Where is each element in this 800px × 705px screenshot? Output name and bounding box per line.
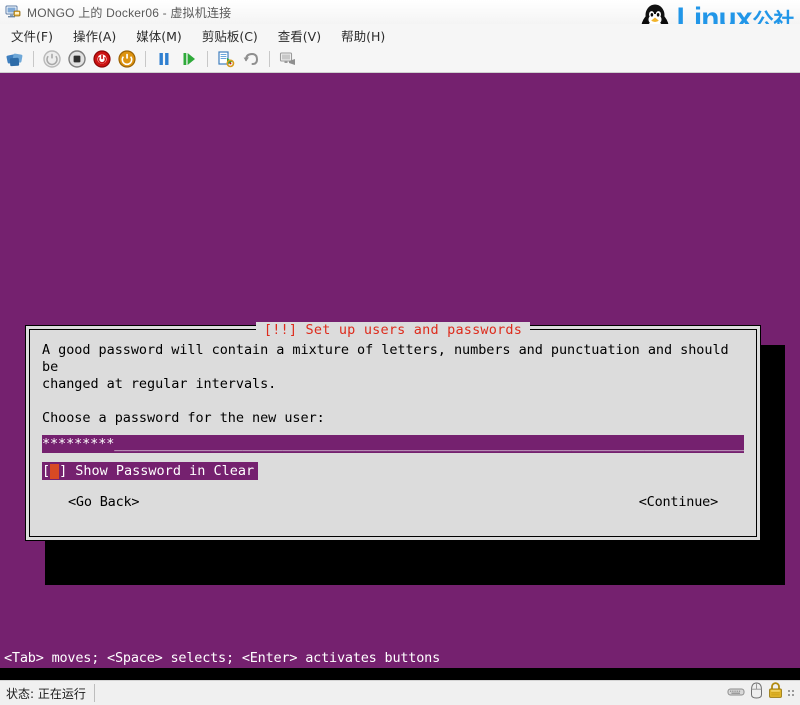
status-icon-group [727, 681, 794, 705]
toolbar-separator [145, 51, 146, 67]
shutdown-icon[interactable] [66, 48, 88, 70]
reset-icon[interactable] [116, 48, 138, 70]
title-bar: MONGO 上的 Docker06 - 虚拟机连接 [0, 0, 800, 24]
dialog-body: A good password will contain a mixture o… [30, 330, 756, 480]
checkbox-cursor-icon [50, 464, 59, 479]
toolbar-separator [269, 51, 270, 67]
menu-bar: 文件(F) 操作(A) 媒体(M) 剪贴板(C) 查看(V) 帮助(H) [0, 24, 800, 46]
menu-file[interactable]: 文件(F) [8, 24, 56, 47]
status-separator [94, 684, 95, 702]
power-off-icon[interactable] [41, 48, 63, 70]
menu-action[interactable]: 操作(A) [70, 24, 119, 47]
dialog-prompt: Choose a password for the new user: [42, 410, 744, 427]
menu-media[interactable]: 媒体(M) [133, 24, 185, 47]
installer-dialog: [!!] Set up users and passwords A good p… [25, 325, 761, 541]
installer-dialog-wrapper: [!!] Set up users and passwords A good p… [25, 325, 765, 565]
show-password-checkbox[interactable]: []Show Password in Clear [42, 462, 258, 480]
start-icon[interactable] [178, 48, 200, 70]
password-masked-value: ********* [42, 436, 114, 452]
dialog-spacer [42, 393, 744, 410]
dialog-button-row: <Go Back> <Continue> [30, 494, 756, 510]
resize-grip-icon [788, 690, 794, 696]
dialog-paragraph: A good password will contain a mixture o… [42, 342, 744, 393]
menu-clipboard[interactable]: 剪贴板(C) [199, 24, 261, 47]
checkbox-open-bracket: [ [42, 462, 50, 480]
advanced-session-icon[interactable] [277, 48, 299, 70]
toolbar-separator [33, 51, 34, 67]
virtual-machine-icon [5, 4, 21, 20]
status-label: 状态: 正在运行 [0, 685, 86, 702]
tool-bar [0, 46, 800, 73]
lock-icon [768, 682, 783, 704]
password-input[interactable]: *********_______________________________… [42, 435, 744, 453]
status-bar: 状态: 正在运行 [0, 680, 800, 705]
pause-icon[interactable] [153, 48, 175, 70]
menu-view[interactable]: 查看(V) [275, 24, 324, 47]
checkbox-widget[interactable]: []Show Password in Clear [42, 462, 258, 480]
checkbox-close-bracket: ] [59, 462, 67, 480]
revert-icon[interactable] [240, 48, 262, 70]
ctrl-alt-del-icon[interactable] [4, 48, 26, 70]
vm-screen[interactable]: [!!] Set up users and passwords A good p… [0, 73, 800, 680]
go-back-button[interactable]: <Go Back> [68, 494, 139, 510]
dialog-inner-frame: [!!] Set up users and passwords A good p… [29, 329, 757, 537]
menu-help[interactable]: 帮助(H) [338, 24, 388, 47]
vm-connection-window: MONGO 上的 Docker06 - 虚拟机连接 [0, 0, 800, 705]
password-filler: ________________________________________… [114, 436, 744, 452]
terminal-help-line: <Tab> moves; <Space> selects; <Enter> ac… [0, 648, 800, 668]
screen-bottom-strip [0, 668, 800, 680]
window-title: MONGO 上的 Docker06 - 虚拟机连接 [27, 4, 231, 21]
checkbox-label: Show Password in Clear [67, 462, 258, 480]
turn-off-icon[interactable] [91, 48, 113, 70]
continue-button[interactable]: <Continue> [639, 494, 718, 510]
toolbar-separator [207, 51, 208, 67]
snapshot-icon[interactable] [215, 48, 237, 70]
keyboard-icon [727, 684, 745, 703]
mouse-icon [750, 682, 763, 704]
